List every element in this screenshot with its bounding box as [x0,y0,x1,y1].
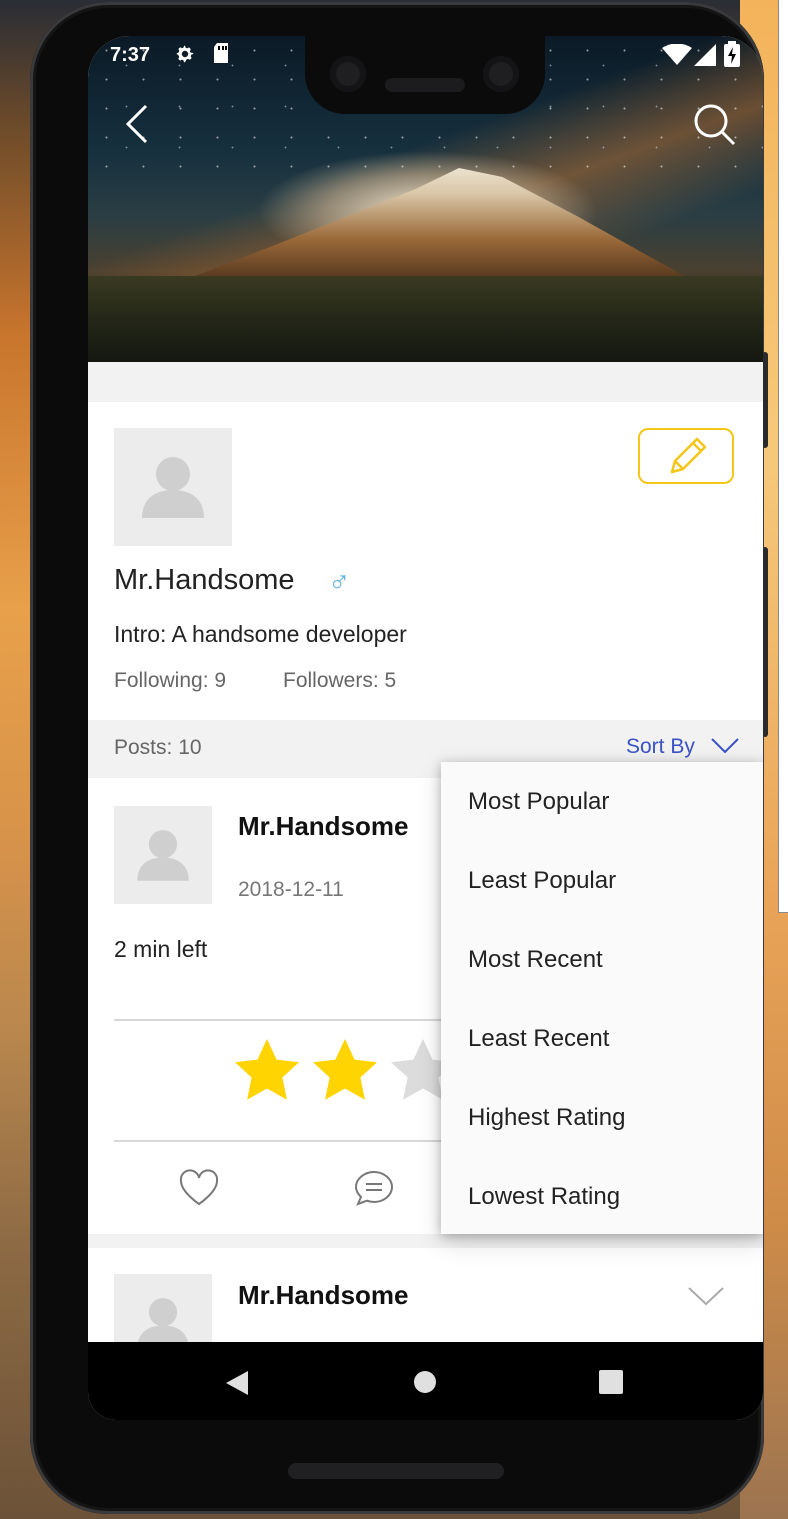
back-icon [125,104,148,144]
nav-recents-icon [599,1370,623,1394]
search-button[interactable] [686,96,742,152]
post-author-name[interactable]: Mr.Handsome [238,1280,409,1311]
back-button[interactable] [110,96,166,152]
edit-pencil-icon [670,437,707,474]
sort-by-button[interactable]: Sort By [626,735,695,759]
post-date: 2018-12-11 [238,878,344,901]
sort-option[interactable]: Least Popular [441,841,763,920]
star-icon[interactable] [310,1036,380,1106]
followers-count[interactable]: Followers: 5 [283,669,396,693]
avatar-placeholder-icon [142,457,204,518]
star-icon[interactable] [232,1036,302,1106]
wifi-icon [662,43,692,71]
system-nav-bar [88,1342,763,1420]
post-author-name[interactable]: Mr.Handsome [238,811,409,842]
posts-count: Posts: 10 [114,736,202,759]
profile-avatar[interactable] [114,428,232,546]
chevron-down-icon [688,1287,724,1306]
search-icon [694,104,736,146]
profile-name: Mr.Handsome [114,564,295,596]
chevron-down-icon[interactable] [710,736,740,761]
nav-back-button[interactable] [224,1369,250,1402]
like-button[interactable] [178,1168,220,1213]
post-expand-button[interactable] [686,1284,726,1313]
sort-option[interactable]: Highest Rating [441,1078,763,1157]
battery-icon [724,41,740,72]
profile-intro: Intro: A handsome developer [114,621,407,647]
gender-male-icon: ♂ [328,566,351,599]
like-heart-icon [179,1169,219,1206]
edit-profile-button[interactable] [638,428,734,484]
camera-notch [305,36,545,114]
cell-signal-icon [694,44,716,71]
phone-chin-speaker [288,1463,504,1479]
nav-home-button[interactable] [413,1370,437,1399]
sort-option[interactable]: Most Popular [441,762,763,841]
sort-option[interactable]: Most Recent [441,920,763,999]
sort-option[interactable]: Least Recent [441,999,763,1078]
comment-icon [354,1170,394,1206]
following-count[interactable]: Following: 9 [114,669,226,693]
comment-button[interactable] [353,1168,395,1213]
app-screen: 7:37 Mr.Handsome ♂ Intro: A handsome dev… [88,36,763,1420]
post-author-avatar[interactable] [114,806,212,904]
nav-recents-button[interactable] [599,1370,623,1399]
background-window-edge [778,0,788,913]
post-text: 2 min left [114,936,208,962]
settings-gear-icon [174,42,196,71]
phone-frame: 7:37 Mr.Handsome ♂ Intro: A handsome dev… [30,2,768,1514]
nav-home-icon [414,1371,436,1393]
sd-card-icon [212,42,230,69]
avatar-placeholder-icon [137,830,189,881]
sort-menu: Most Popular Least Popular Most Recent Leas… [441,762,763,1234]
sort-option[interactable]: Lowest Rating [441,1157,763,1236]
nav-back-icon [226,1371,248,1395]
status-time: 7:37 [110,44,151,66]
